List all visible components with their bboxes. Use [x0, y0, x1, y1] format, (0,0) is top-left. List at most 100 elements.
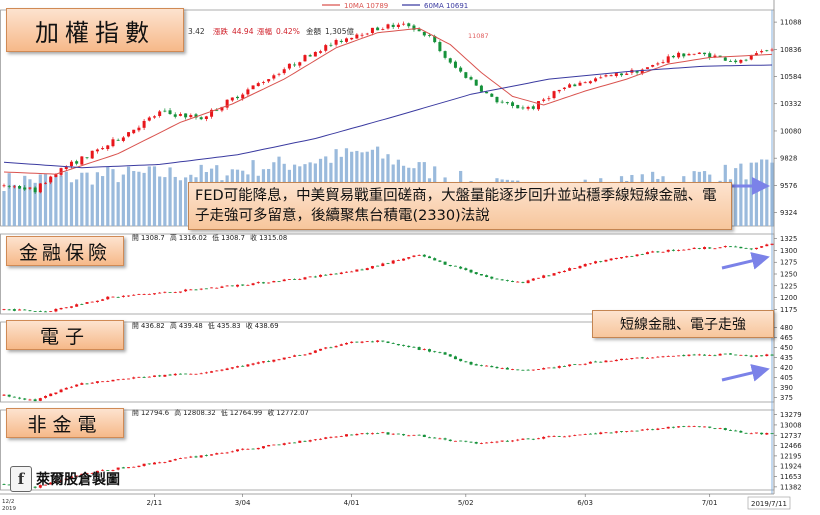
- candle-body: [770, 433, 774, 435]
- candle-body: [184, 457, 188, 459]
- candle-body: [594, 361, 598, 363]
- candle-body: [2, 484, 6, 485]
- candle-body: [645, 357, 649, 359]
- candle-body: [656, 428, 660, 430]
- candle-body: [583, 363, 587, 365]
- elec-open-label: 開: [132, 322, 139, 330]
- main-pct-value: 0.42%: [276, 27, 300, 36]
- volume-bar: [17, 186, 22, 226]
- candle-body: [360, 433, 364, 435]
- candle-body: [609, 75, 613, 77]
- candle-body: [287, 356, 291, 358]
- candle-body: [402, 434, 406, 436]
- candle-body: [163, 374, 167, 377]
- candle-body: [422, 349, 426, 350]
- date-badge: 2019/7/11: [751, 500, 787, 508]
- candle-body: [547, 98, 551, 100]
- candle-body: [298, 440, 302, 443]
- candle-body: [241, 365, 245, 367]
- candle-body: [620, 431, 624, 432]
- candle-body: [557, 89, 561, 92]
- candle-body: [199, 117, 203, 120]
- candle-body: [319, 348, 323, 351]
- x-left-label-top: 12/2: [2, 499, 14, 505]
- candle-body: [272, 444, 276, 446]
- candle-body: [173, 373, 177, 376]
- candle-body: [287, 279, 291, 281]
- candle-body: [490, 276, 494, 279]
- candle-body: [630, 430, 634, 432]
- candle-body: [495, 441, 499, 443]
- fin-close-value: 1315.08: [259, 234, 287, 242]
- candle-body: [485, 442, 489, 444]
- candle-body: [573, 268, 577, 269]
- candle-body: [350, 37, 354, 40]
- y-tick-label-fin-0: 1325: [780, 235, 797, 243]
- candle-body: [542, 99, 546, 101]
- volume-bar: [69, 182, 74, 226]
- candle-body: [562, 270, 566, 273]
- candle-body: [18, 309, 22, 311]
- volume-bar: [152, 166, 157, 226]
- y-tick-label-main-2: 10584: [780, 73, 802, 81]
- candle-body: [293, 442, 297, 444]
- candle-body: [645, 428, 649, 430]
- candle-body: [583, 434, 587, 435]
- candle-body: [44, 182, 48, 184]
- volume-bar: [173, 176, 177, 226]
- candle-body: [464, 72, 468, 78]
- candle-body: [246, 89, 250, 95]
- candle-body: [303, 354, 307, 356]
- candle-body: [293, 278, 297, 280]
- candle-body: [703, 354, 707, 356]
- candle-body: [168, 374, 172, 376]
- y-tick-label-nonfin-5: 11924: [780, 463, 802, 471]
- candle-body: [479, 365, 483, 367]
- candle-body: [749, 248, 753, 250]
- y-tick-label-main-1: 10836: [780, 46, 802, 54]
- candle-body: [718, 353, 722, 356]
- candle-body: [69, 161, 73, 167]
- candle-body: [490, 442, 494, 443]
- fin-panel-title: 金融保險: [6, 236, 124, 266]
- candle-body: [54, 174, 58, 177]
- y-tick-label-elec-3: 435: [780, 354, 793, 362]
- candle-body: [521, 107, 525, 109]
- candle-body: [137, 294, 141, 295]
- main-pct-label: 漲幅: [257, 26, 272, 36]
- candle-body: [728, 430, 732, 431]
- nonfin-high-label: 高: [174, 408, 181, 417]
- volume-bar: [7, 173, 11, 226]
- candle-body: [765, 244, 769, 247]
- candle-body: [230, 285, 234, 287]
- candle-body: [739, 354, 743, 356]
- candle-body: [713, 248, 717, 250]
- y-tick-label-elec-7: 375: [780, 394, 793, 402]
- candle-body: [215, 453, 219, 455]
- candle-body: [453, 265, 457, 267]
- candle-body: [760, 355, 764, 357]
- candle-body: [422, 31, 426, 36]
- candle-body: [386, 432, 390, 435]
- candle-body: [754, 247, 758, 250]
- candle-body: [44, 395, 48, 398]
- candle-body: [184, 289, 188, 292]
- candle-body: [116, 296, 120, 298]
- candle-body: [360, 34, 364, 36]
- candle-body: [407, 257, 411, 259]
- candle-body: [703, 247, 707, 250]
- candle-body: [339, 436, 343, 437]
- candle-body: [199, 455, 203, 458]
- candle-body: [277, 281, 281, 283]
- candle-body: [111, 139, 115, 147]
- candle-body: [651, 357, 655, 359]
- candle-body: [671, 55, 675, 58]
- candle-body: [339, 40, 343, 42]
- candle-body: [453, 356, 457, 360]
- x-tick-label-3: 5/02: [458, 499, 474, 507]
- candle-body: [562, 87, 566, 89]
- candle-body: [728, 246, 732, 248]
- candle-body: [381, 263, 385, 267]
- fin-open-label: 開: [132, 234, 139, 242]
- volume-bar: [168, 167, 172, 226]
